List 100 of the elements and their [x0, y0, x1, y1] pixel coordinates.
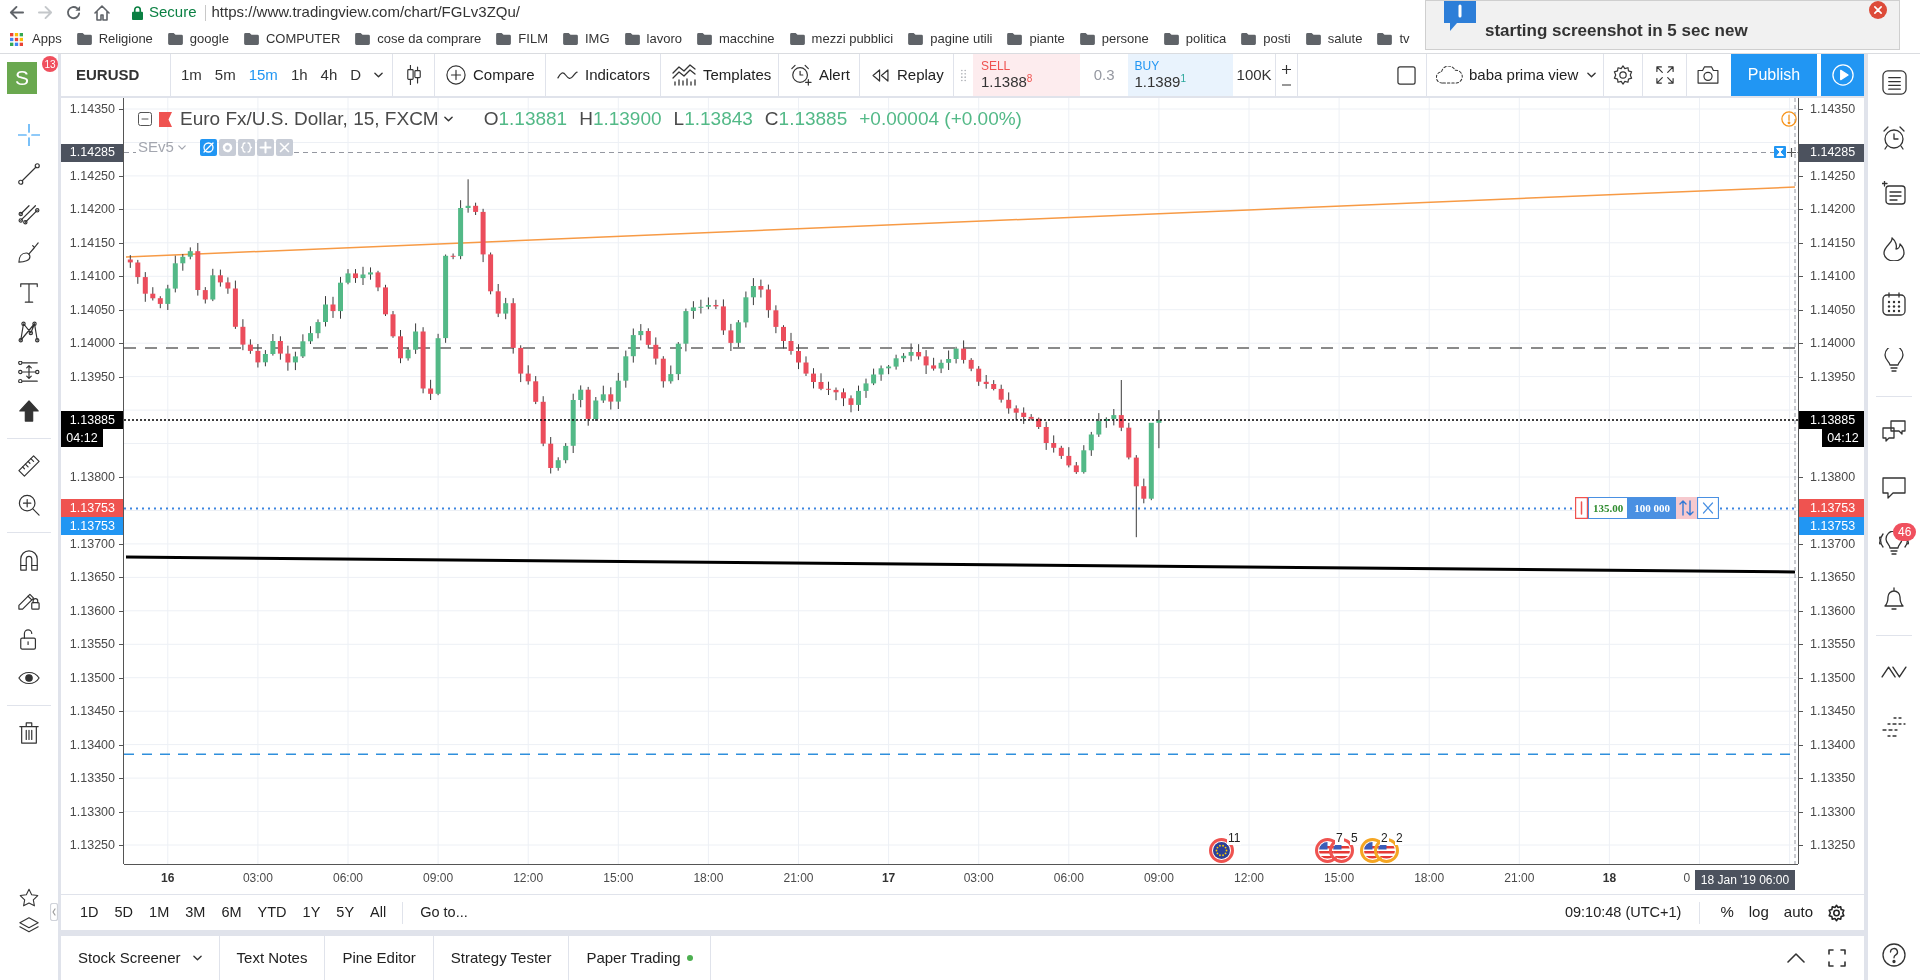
magnet-icon[interactable]	[18, 548, 40, 571]
drag-handle-icon[interactable]	[1575, 497, 1588, 519]
interval-tab[interactable]: 5m	[214, 63, 236, 87]
arrow-up-icon[interactable]	[18, 400, 40, 423]
caret-icon[interactable]	[192, 955, 202, 961]
trash-icon[interactable]	[18, 721, 40, 744]
close-icon[interactable]	[1869, 1, 1887, 19]
alarm-clock-icon[interactable]	[1882, 125, 1906, 150]
caret-icon[interactable]	[374, 72, 384, 78]
hourglass-icon[interactable]	[1774, 146, 1786, 158]
lightbulb-icon[interactable]	[1882, 347, 1906, 372]
interval-tab[interactable]: 4h	[320, 63, 338, 87]
square-icon[interactable]	[1396, 65, 1416, 85]
bell-icon[interactable]	[1882, 586, 1906, 611]
layout-button[interactable]: baba prima view	[1427, 54, 1604, 96]
reload-icon[interactable]	[66, 5, 81, 20]
bookmark-folder[interactable]: Religione	[76, 29, 153, 49]
chat-bubble-icon[interactable]	[1882, 475, 1906, 500]
bookmark-folder[interactable]: FILM	[496, 29, 548, 49]
bookmark-folder[interactable]: lavoro	[624, 29, 682, 49]
scale-button[interactable]: auto	[1783, 901, 1813, 924]
star-icon[interactable]	[19, 888, 39, 908]
parallel-lines-icon[interactable]	[18, 202, 40, 225]
home-icon[interactable]	[94, 4, 110, 21]
interval-tab[interactable]: D	[350, 63, 362, 87]
minus-icon[interactable]	[1282, 83, 1292, 86]
scale-button[interactable]: %	[1720, 901, 1734, 924]
bookmark-folder[interactable]: salute	[1305, 29, 1363, 49]
collapse-icon[interactable]	[138, 112, 152, 126]
symbol-button[interactable]: EURUSD	[76, 63, 140, 87]
trend-line-icon[interactable]	[18, 163, 40, 186]
range-button[interactable]: YTD	[249, 901, 295, 924]
buy-button[interactable]: BUY 1.1389$^{1}$	[1128, 54, 1234, 96]
measure-lines-icon[interactable]	[18, 360, 40, 383]
scale-button[interactable]: log	[1748, 901, 1769, 924]
replay-button[interactable]: Replay	[860, 54, 954, 96]
compare-button[interactable]: Compare	[435, 54, 546, 96]
plus-icon[interactable]	[1282, 64, 1292, 74]
range-button[interactable]: 3M	[177, 901, 214, 924]
close-icon[interactable]	[1697, 497, 1719, 519]
range-button[interactable]: 5D	[106, 901, 142, 924]
circle-slash-icon[interactable]	[199, 138, 217, 156]
panel-tab[interactable]: Stock Screener	[61, 936, 220, 980]
apps-button[interactable]: Apps	[10, 29, 62, 49]
settings-icon[interactable]	[1613, 65, 1633, 85]
play-button[interactable]	[1821, 54, 1864, 96]
text-tool-icon[interactable]	[18, 281, 40, 304]
fullscreen-icon[interactable]	[1655, 66, 1674, 84]
interval-tab[interactable]: 1h	[290, 63, 308, 87]
dashes-icon[interactable]	[1882, 714, 1906, 739]
range-button[interactable]: All	[362, 901, 395, 924]
calendar-icon[interactable]	[1882, 292, 1906, 317]
back-icon[interactable]	[9, 5, 24, 20]
help-icon[interactable]	[1882, 943, 1906, 967]
bookmark-folder[interactable]: COMPUTER	[243, 29, 341, 49]
news-list-icon[interactable]	[1882, 181, 1906, 206]
bookmark-folder[interactable]: macchine	[696, 29, 775, 49]
candlestick-icon[interactable]	[405, 65, 422, 85]
bookmark-folder[interactable]: piante	[1007, 29, 1065, 49]
chevron-up-icon[interactable]	[1787, 953, 1805, 963]
drag-handle-icon[interactable]	[960, 68, 966, 82]
zigzag-icon[interactable]	[1881, 664, 1907, 678]
range-button[interactable]: 6M	[213, 901, 250, 924]
camera-icon[interactable]	[1697, 66, 1719, 84]
range-button[interactable]: 5Y	[328, 901, 363, 924]
ruler-icon[interactable]	[18, 454, 40, 477]
interval-tab[interactable]: 1m	[181, 63, 202, 87]
brush-icon[interactable]	[18, 242, 40, 265]
range-button[interactable]: 1D	[72, 901, 107, 924]
menu-icon[interactable]	[1881, 69, 1907, 95]
sell-button[interactable]: SELL 1.1388$^{8}$	[972, 54, 1080, 96]
alert-button[interactable]: Alert	[779, 54, 860, 96]
flame-icon[interactable]	[1882, 236, 1906, 261]
collapse-handle-icon[interactable]	[50, 903, 58, 921]
pattern-icon[interactable]	[18, 321, 40, 344]
range-button[interactable]: 1Y	[294, 901, 329, 924]
plus-icon[interactable]	[1787, 148, 1796, 157]
bookmark-folder[interactable]: cose da comprare	[355, 29, 482, 49]
settings-icon[interactable]	[1828, 903, 1845, 922]
bookmark-folder[interactable]: google	[167, 29, 229, 49]
bookmark-folder[interactable]: IMG	[562, 29, 610, 49]
panel-tab[interactable]: Strategy Tester	[433, 936, 570, 980]
goto-button[interactable]: Go to...	[420, 901, 468, 924]
quantity-field[interactable]: 100K	[1233, 54, 1276, 96]
address-field[interactable]: https://www.tradingview.com/chart/FGLv3ZQu/	[211, 1, 520, 24]
caret-icon[interactable]	[443, 116, 453, 122]
bookmark-folder[interactable]: posti	[1241, 29, 1291, 49]
range-button[interactable]: 1M	[141, 901, 178, 924]
bookmark-folder[interactable]: tv	[1377, 29, 1410, 49]
fullscreen-icon[interactable]	[1828, 949, 1846, 967]
templates-button[interactable]: Templates	[661, 54, 779, 96]
up-down-arrows-icon[interactable]	[1676, 497, 1697, 519]
panel-tab[interactable]: Text Notes	[219, 936, 326, 980]
clock-time[interactable]: 09:10:48 (UTC+1)	[1564, 901, 1682, 924]
indicators-button[interactable]: Indicators	[546, 54, 661, 96]
bookmark-folder[interactable]: mezzi pubblici	[789, 29, 894, 49]
bookmark-folder[interactable]: pagine utili	[908, 29, 993, 49]
zoom-in-icon[interactable]	[18, 494, 40, 517]
bookmark-folder[interactable]: persone	[1079, 29, 1149, 49]
bookmark-folder[interactable]: politica	[1163, 29, 1227, 49]
